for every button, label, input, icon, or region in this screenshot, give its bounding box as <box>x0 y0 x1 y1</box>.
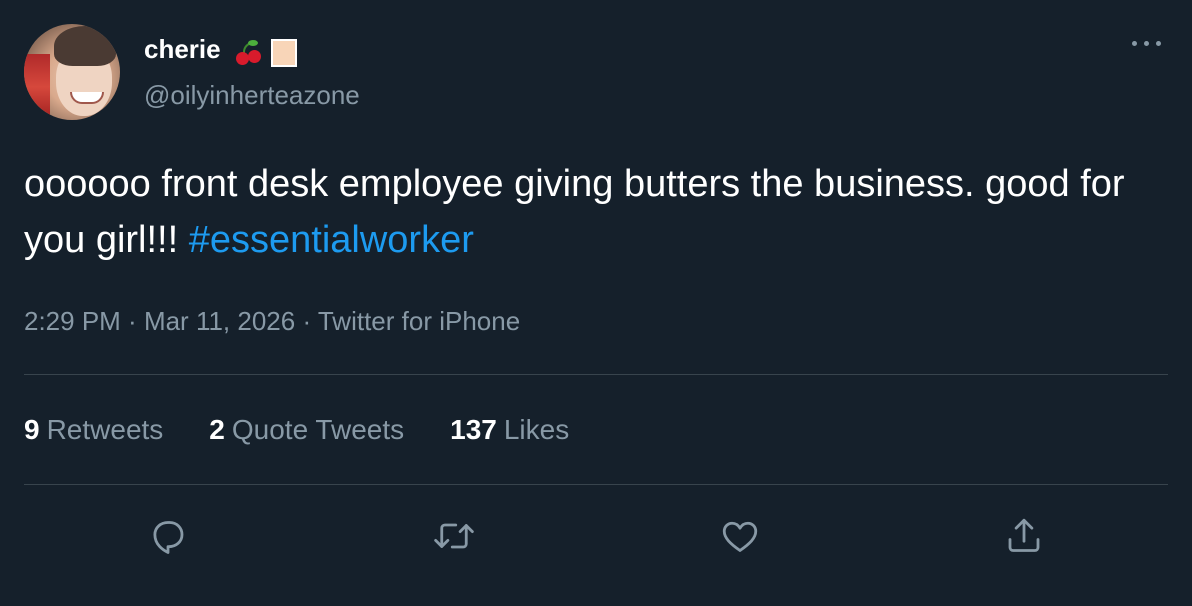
divider <box>24 484 1168 485</box>
tweet-stats: 9 Retweets 2 Quote Tweets 137 Likes <box>24 414 569 446</box>
author-name-row[interactable]: cherie <box>144 34 298 67</box>
more-horizontal-icon-dot <box>1144 41 1149 46</box>
tweet-time[interactable]: 2:29 PM <box>24 306 121 336</box>
retweets-count: 9 <box>24 414 40 445</box>
hashtag-link[interactable]: #essentialworker <box>189 219 474 261</box>
share-icon <box>1008 518 1040 552</box>
meta-separator: · <box>295 306 318 336</box>
avatar[interactable] <box>24 24 120 120</box>
more-options-button[interactable] <box>1128 32 1166 54</box>
avatar-hair <box>54 26 116 66</box>
reply-icon <box>153 521 184 554</box>
retweets-stat[interactable]: 9 Retweets <box>24 414 163 446</box>
display-name[interactable]: cherie <box>144 34 221 64</box>
action-bar <box>0 512 1192 560</box>
square-emoji-icon <box>271 38 298 67</box>
quote-tweets-label: Quote Tweets <box>231 414 405 445</box>
likes-stat[interactable]: 137 Likes <box>450 414 569 446</box>
name-emojis <box>234 36 298 67</box>
cherry-icon <box>234 39 262 66</box>
tweet-date[interactable]: Mar 11, 2026 <box>144 306 295 336</box>
quote-tweets-stat[interactable]: 2 Quote Tweets <box>209 414 404 446</box>
more-horizontal-icon <box>1132 41 1137 46</box>
share-button[interactable] <box>1000 512 1048 560</box>
reply-button[interactable] <box>144 512 192 560</box>
likes-label: Likes <box>503 414 570 445</box>
author-handle[interactable]: @oilyinherteazone <box>144 80 360 111</box>
avatar-background <box>24 54 50 120</box>
tweet-source[interactable]: Twitter for iPhone <box>318 306 520 336</box>
divider <box>24 374 1168 375</box>
tweet-card: cherie @oilyinherteazone oooooo front de… <box>0 0 1192 606</box>
quote-tweets-count: 2 <box>209 414 225 445</box>
tweet-meta: 2:29 PM · Mar 11, 2026 · Twitter for iPh… <box>24 306 520 337</box>
more-horizontal-icon-dot <box>1156 41 1161 46</box>
heart-icon <box>722 521 758 552</box>
likes-count: 137 <box>450 414 497 445</box>
meta-separator: · <box>120 306 144 336</box>
tweet-text: oooooo front desk employee giving butter… <box>24 156 1164 268</box>
retweet-icon <box>434 523 474 549</box>
retweets-label: Retweets <box>46 414 164 445</box>
retweet-button[interactable] <box>430 512 478 560</box>
like-button[interactable] <box>716 512 764 560</box>
